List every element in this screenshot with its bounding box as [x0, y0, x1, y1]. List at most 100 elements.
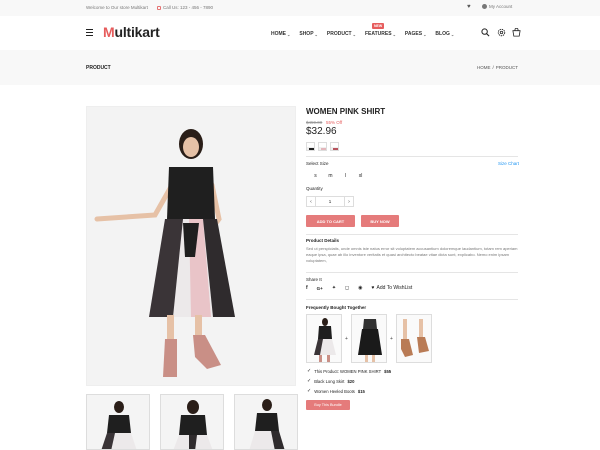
call-text: Call Us: 123 - 456 - 7890 — [163, 5, 214, 10]
bundle-item-name: Black Long Skirt — [314, 378, 345, 384]
bundle-item-name: This Product: WOMEN PINK SHIRT — [314, 368, 382, 374]
cart-icon[interactable] — [512, 28, 521, 37]
logo-letter: M — [103, 24, 115, 40]
bundle-item-1[interactable]: ✓ This Product: WOMEN PINK SHIRT $55 — [307, 368, 391, 374]
twitter-icon[interactable]: ✦ — [332, 285, 336, 291]
plus-sign: + — [390, 336, 393, 342]
top-bar: Welcome to Our store Multikart Call Us: … — [0, 0, 600, 16]
hamburger-menu-icon[interactable] — [86, 29, 93, 36]
size-option-m[interactable]: m — [323, 173, 338, 179]
checkmark-icon: ✓ — [307, 388, 312, 394]
google-plus-icon[interactable]: G+ — [317, 286, 323, 291]
swatch-1[interactable] — [306, 142, 315, 151]
nav-features[interactable]: FEATURES ⌄ — [365, 31, 396, 37]
bundle-item-image-2[interactable] — [351, 314, 387, 363]
color-swatches — [306, 142, 339, 151]
nav-blog[interactable]: BLOG ⌄ — [435, 31, 454, 37]
swatch-3[interactable] — [330, 142, 339, 151]
quantity-input[interactable]: 1 — [316, 196, 344, 207]
nav-pages[interactable]: PAGES ⌄ — [405, 31, 427, 37]
bundle-item-image-1[interactable] — [306, 314, 342, 363]
select-size-label: Select Size — [306, 161, 329, 166]
quantity-stepper: ‹ 1 › — [306, 196, 354, 207]
page-title: PRODUCT — [86, 65, 111, 71]
nav-home-label: HOME — [271, 31, 286, 37]
product-details-text: Sed ut perspiciatis, unde omnis iste nat… — [306, 246, 518, 263]
main-nav: HOME ⌄ SHOP ⌄ PRODUCT ⌄ FEATURES ⌄ PAGES ⌄ BL… — [271, 31, 463, 37]
logo-text: ultikart — [114, 24, 160, 40]
heart-icon: ♥ — [371, 285, 375, 291]
nav-home[interactable]: HOME ⌄ — [271, 31, 290, 37]
nav-blog-label: BLOG — [435, 31, 450, 37]
current-price: $32.96 — [306, 126, 337, 137]
chevron-down-icon: ⌄ — [314, 31, 318, 37]
chevron-down-icon: ⌄ — [423, 31, 427, 37]
checkmark-icon: ✓ — [307, 378, 312, 384]
thumbnail-1[interactable] — [86, 394, 150, 450]
old-price: $459.00 — [306, 120, 323, 125]
discount-label: 55% Off — [326, 120, 343, 125]
share-label: Share It — [306, 277, 322, 282]
breadcrumb-bar: PRODUCT HOME / PRODUCT — [0, 50, 600, 85]
size-option-l[interactable]: l — [338, 173, 353, 179]
bundle-title: Frequently Bought Together — [306, 305, 367, 310]
instagram-icon[interactable]: ◻ — [345, 285, 349, 291]
product-details-title: Product Details — [306, 238, 340, 243]
rss-icon[interactable]: ◉ — [358, 285, 362, 291]
logo[interactable]: Multikart — [103, 24, 160, 40]
swatch-2[interactable] — [318, 142, 327, 151]
quantity-increase-button[interactable]: › — [344, 196, 354, 207]
chevron-down-icon: ⌄ — [450, 31, 455, 37]
size-chart-link[interactable]: Size Chart — [498, 161, 519, 166]
my-account-link[interactable]: My Account — [482, 4, 512, 9]
breadcrumb-current: PRODUCT — [495, 65, 519, 70]
phone-icon — [157, 5, 161, 10]
divider — [306, 234, 518, 235]
call-info: Call Us: 123 - 456 - 7890 — [157, 5, 213, 10]
size-option-xl[interactable]: xl — [353, 173, 368, 179]
bundle-item-price: $55 — [384, 368, 392, 374]
divider — [306, 272, 518, 273]
checkmark-icon: ✓ — [307, 368, 312, 374]
quantity-label: Quantity — [306, 186, 323, 191]
main-product-image[interactable] — [86, 106, 296, 386]
thumbnail-photo — [249, 399, 285, 449]
facebook-icon[interactable]: f — [306, 285, 308, 291]
size-options: s m l xl — [308, 173, 368, 179]
quantity-decrease-button[interactable]: ‹ — [306, 196, 316, 207]
nav-pages-label: PAGES — [404, 31, 423, 37]
model-photo — [87, 107, 295, 385]
bundle-item-2[interactable]: ✓ Black Long Skirt $20 — [307, 378, 354, 384]
wishlist-label: Add To WishList — [376, 285, 413, 291]
gear-icon[interactable] — [497, 28, 506, 37]
nav-shop[interactable]: SHOP ⌄ — [299, 31, 318, 37]
my-account-label: My Account — [489, 4, 513, 9]
add-to-wishlist-link[interactable]: ♥ Add To WishList — [372, 285, 413, 291]
product-name: WOMEN PINK SHIRT — [306, 107, 386, 116]
welcome-text: Welcome to Our store Multikart — [86, 5, 148, 10]
share-icons: f G+ ✦ ◻ ◉ ♥ Add To WishList — [306, 285, 412, 291]
nav-product[interactable]: PRODUCT ⌄ — [327, 31, 356, 37]
buy-bundle-button[interactable]: Buy This Bundle — [306, 400, 350, 410]
wishlist-heart-icon[interactable]: ♥ — [467, 4, 471, 10]
chevron-down-icon: ⌄ — [392, 31, 396, 37]
size-option-s[interactable]: s — [308, 173, 323, 179]
search-icon[interactable] — [481, 28, 490, 37]
breadcrumb-home[interactable]: HOME — [477, 65, 491, 70]
bundle-item-image-3[interactable] — [396, 314, 432, 363]
buy-now-button[interactable]: BUY NOW — [361, 215, 399, 227]
new-badge: NEW — [372, 23, 385, 29]
chevron-down-icon: ⌄ — [352, 31, 356, 37]
breadcrumb: HOME / PRODUCT — [477, 65, 518, 70]
thumbnail-3[interactable] — [234, 394, 298, 450]
nav-product-label: PRODUCT — [326, 31, 352, 37]
skirt-photo — [358, 319, 382, 362]
breadcrumb-separator: / — [492, 65, 494, 70]
plus-sign: + — [345, 336, 348, 342]
user-icon — [482, 4, 487, 9]
bundle-item-name: Women Heeled Boots — [314, 388, 355, 394]
add-to-cart-button[interactable]: ADD TO CART — [306, 215, 355, 227]
main-header: Multikart HOME ⌄ SHOP ⌄ PRODUCT ⌄ FEATURES ⌄… — [0, 16, 600, 50]
bundle-item-3[interactable]: ✓ Women Heeled Boots $15 — [307, 388, 365, 394]
thumbnail-2[interactable] — [160, 394, 224, 450]
